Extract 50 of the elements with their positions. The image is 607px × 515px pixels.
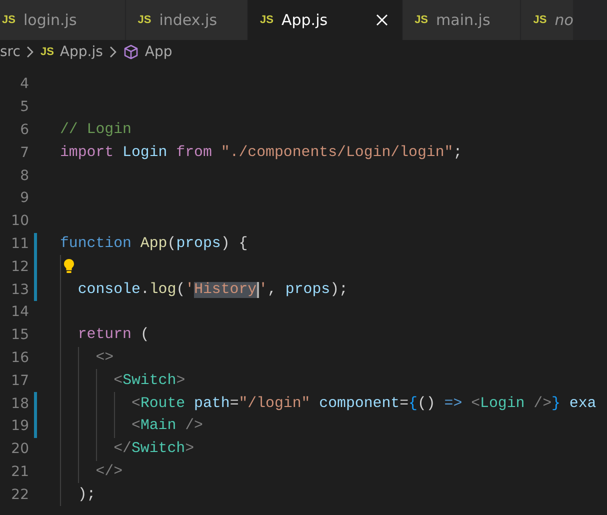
code-line: <Switch> <box>112 372 186 389</box>
code-line: ); <box>76 486 96 503</box>
breadcrumb-item[interactable]: src <box>0 44 20 60</box>
javascript-file-icon: JS <box>2 14 16 26</box>
line-number: 4 <box>19 76 29 92</box>
lightbulb-icon[interactable] <box>63 258 75 274</box>
line-number: 14 <box>10 304 29 320</box>
code-line: </> <box>94 464 123 480</box>
editor-tab[interactable]: JS no <box>521 0 574 40</box>
editor-tab[interactable]: JS login.js <box>0 0 126 40</box>
javascript-file-icon: JS <box>40 46 54 58</box>
code-line: import Login from "./components/Login/login"; <box>60 144 462 161</box>
close-icon[interactable] <box>376 14 388 26</box>
code-line: return ( <box>76 327 150 344</box>
line-number: 22 <box>10 486 29 503</box>
code-line: function App(props) { <box>60 236 248 252</box>
breadcrumb-item[interactable]: App.js <box>60 44 103 60</box>
chevron-right-icon <box>26 46 34 58</box>
line-number: 13 <box>10 282 29 298</box>
chevron-right-icon <box>108 46 117 58</box>
line-number: 5 <box>19 99 29 116</box>
javascript-file-icon: JS <box>138 14 152 26</box>
code-line: <> <box>94 350 114 366</box>
line-number: 11 <box>10 236 29 252</box>
editor-tab[interactable]: JS App.js <box>248 0 403 40</box>
code-line: console.log('History', props); <box>76 282 348 298</box>
javascript-file-icon: JS <box>533 14 547 26</box>
line-number: 7 <box>19 144 29 161</box>
code-line: </Switch> <box>112 441 194 458</box>
line-number: 10 <box>10 213 29 230</box>
line-number: 6 <box>19 122 29 138</box>
line-number: 21 <box>10 464 29 480</box>
line-number: 8 <box>19 168 29 184</box>
code-line: // Login <box>60 122 132 138</box>
line-number: 17 <box>10 372 29 389</box>
editor-tab[interactable]: JS main.js <box>402 0 522 40</box>
line-number: 18 <box>10 396 29 412</box>
cube-icon <box>122 44 139 60</box>
code-line: <Route path="/login" component={() => <Login />} exa <box>130 396 596 412</box>
editor-tab[interactable]: JS index.js <box>126 0 248 40</box>
line-number: 15 <box>10 327 29 344</box>
code-line: <Main /> <box>130 418 203 434</box>
javascript-file-icon: JS <box>260 14 274 26</box>
breadcrumb-item[interactable]: App <box>144 44 172 60</box>
javascript-file-icon: JS <box>414 14 428 26</box>
line-number: 12 <box>10 258 29 275</box>
line-number: 16 <box>10 350 29 366</box>
line-number: 19 <box>10 418 29 434</box>
line-number: 9 <box>19 190 29 206</box>
line-number: 20 <box>10 441 29 458</box>
